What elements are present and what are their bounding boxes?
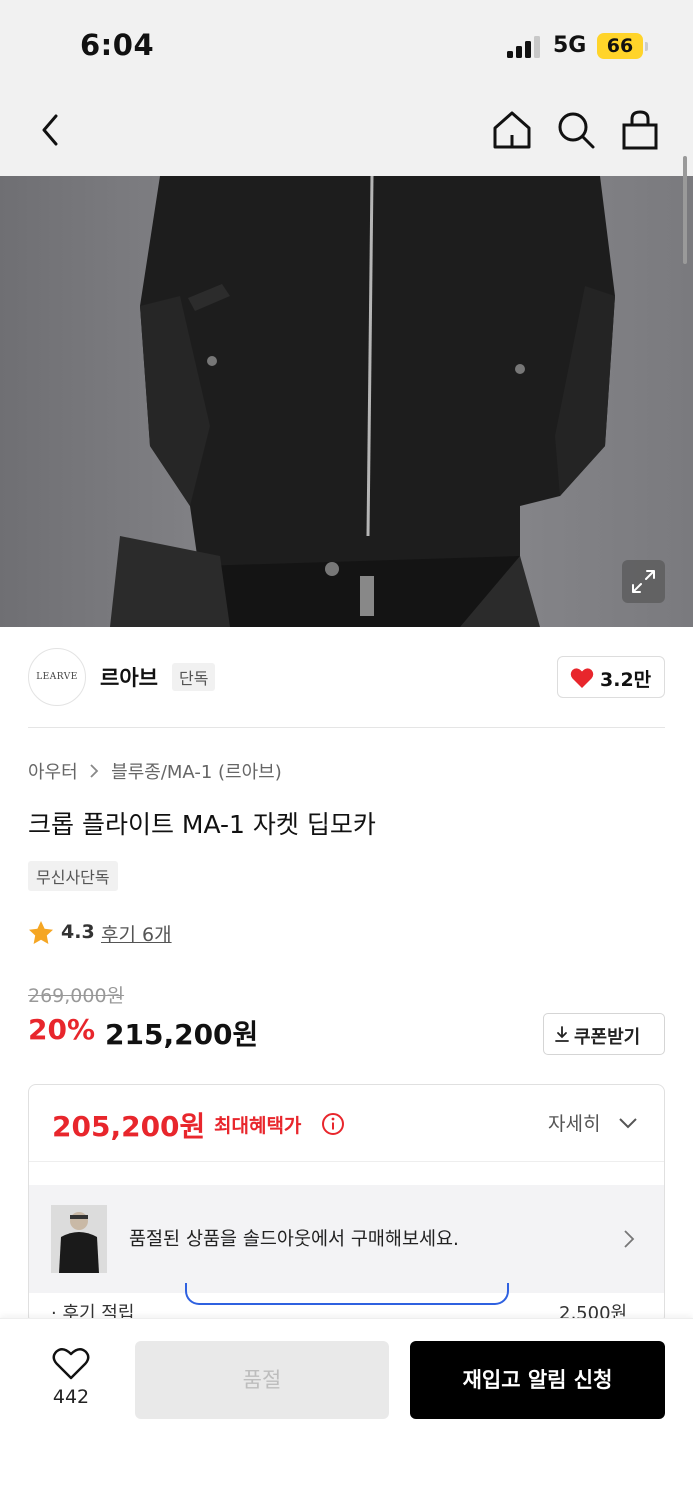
- back-icon[interactable]: [28, 108, 72, 152]
- brand-like-button[interactable]: 3.2만: [557, 656, 665, 698]
- decorative-arc: [185, 1283, 509, 1305]
- brand-logo[interactable]: LEARVE: [28, 648, 86, 706]
- brand-name[interactable]: 르아브: [100, 662, 158, 692]
- star-icon: [29, 921, 53, 944]
- wish-count: 442: [52, 1386, 90, 1408]
- discount-rate: 20%: [28, 1013, 96, 1046]
- restock-alert-button[interactable]: 재입고 알림 신청: [410, 1341, 665, 1419]
- heart-outline-icon[interactable]: [52, 1347, 90, 1381]
- search-icon[interactable]: [554, 108, 598, 152]
- coupon-label: 쿠폰받기: [574, 1027, 641, 1048]
- coupon-button[interactable]: 쿠폰받기: [543, 1013, 665, 1055]
- product-image[interactable]: [0, 176, 693, 627]
- brand-row: LEARVE 르아브 단독 3.2만: [28, 648, 665, 706]
- breadcrumb-subcategory[interactable]: 블루종/MA-1 (르아브): [111, 758, 282, 784]
- status-bar: 6:04 5G 66: [0, 0, 693, 90]
- breadcrumb-category[interactable]: 아우터: [28, 758, 78, 784]
- brand-like-count: 3.2만: [600, 669, 652, 691]
- chevron-down-icon[interactable]: [618, 1116, 638, 1130]
- expand-icon: [632, 570, 655, 593]
- chevron-right-icon: [89, 762, 99, 783]
- breadcrumb: 아우터 블루종/MA-1 (르아브): [28, 758, 282, 784]
- rating-score: 4.3: [61, 921, 95, 943]
- max-benefit-price: 205,200원: [52, 1110, 206, 1143]
- max-benefit-label: 최대혜택가: [214, 1115, 302, 1137]
- expand-image-button[interactable]: [622, 560, 665, 603]
- soldout-banner[interactable]: 품절된 상품을 솔드아웃에서 구매해보세요.: [29, 1185, 664, 1293]
- battery-cap: [645, 42, 648, 51]
- battery-icon: 66: [597, 33, 643, 59]
- exclusive-badge: 단독: [172, 663, 216, 691]
- product-title: 크롭 플라이트 MA-1 자켓 딥모카: [28, 810, 376, 839]
- original-price: 269,000원: [28, 985, 125, 1007]
- info-icon[interactable]: [321, 1112, 345, 1136]
- divider: [29, 1161, 664, 1162]
- status-time: 6:04: [80, 28, 155, 62]
- exclusive-tag: 무신사단독: [28, 861, 118, 891]
- shopping-bag-icon[interactable]: [618, 108, 662, 152]
- soldout-banner-text: 품절된 상품을 솔드아웃에서 구매해보세요.: [129, 1229, 459, 1250]
- bottom-action-bar: 442 품절 재입고 알림 신청: [0, 1318, 693, 1500]
- divider: [28, 727, 665, 728]
- soldout-button: 품절: [135, 1341, 389, 1419]
- navigation-bar: [0, 90, 693, 176]
- detail-button[interactable]: 자세히: [548, 1109, 600, 1136]
- jacket-photo: [0, 176, 693, 627]
- chevron-right-icon: [624, 1230, 635, 1248]
- review-link[interactable]: 후기 6개: [101, 920, 172, 947]
- signal-icon: [507, 36, 540, 58]
- benefit-box: 205,200원 최대혜택가 자세히 품절된 상품을 솔드아웃에서 구매해보세요…: [28, 1084, 665, 1324]
- scrollbar[interactable]: [683, 156, 687, 264]
- network-label: 5G: [553, 33, 587, 58]
- sale-price: 215,200원: [105, 1018, 259, 1051]
- heart-filled-icon: [570, 668, 594, 688]
- home-icon[interactable]: [490, 108, 534, 152]
- soldout-thumbnail: [51, 1205, 107, 1273]
- download-icon: [555, 1026, 569, 1042]
